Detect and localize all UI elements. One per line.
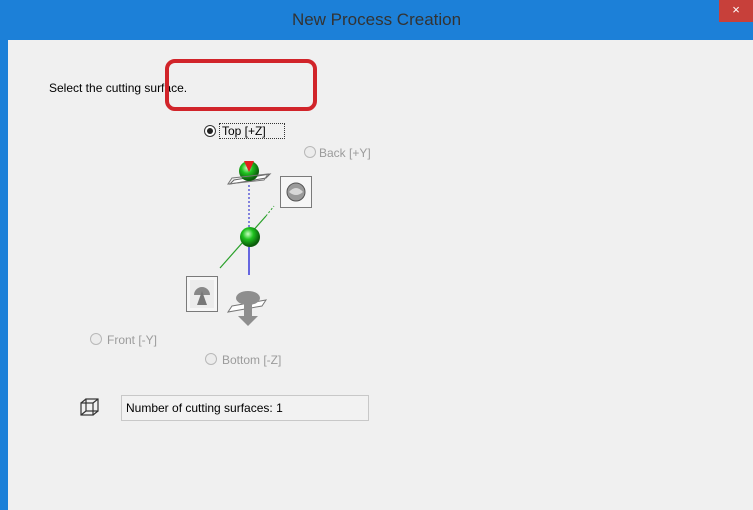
title-bar[interactable]: New Process Creation × [0, 0, 753, 40]
axis-diagram-icon [219, 161, 275, 326]
cube-icon [80, 398, 99, 416]
back-view-icon [280, 176, 312, 208]
radio-back-label[interactable]: Back [+Y] [319, 146, 371, 160]
close-button[interactable]: × [719, 0, 753, 22]
highlight-annotation [165, 59, 317, 111]
dialog-window: New Process Creation × Select the cuttin… [0, 0, 753, 510]
bottom-view-icon [226, 291, 268, 326]
close-icon: × [732, 2, 740, 17]
front-view-icon [186, 276, 218, 312]
radio-top[interactable] [204, 125, 216, 137]
window-title: New Process Creation [291, 10, 462, 29]
radio-bottom[interactable] [205, 353, 217, 365]
radio-back[interactable] [304, 146, 316, 158]
radio-front-label[interactable]: Front [-Y] [107, 333, 157, 347]
top-view-icon [226, 161, 272, 185]
radio-top-label[interactable]: Top [+Z] [222, 124, 266, 138]
radio-bottom-label[interactable]: Bottom [-Z] [222, 353, 281, 367]
cutting-surfaces-count-field: Number of cutting surfaces: 1 [121, 395, 369, 421]
dialog-client-area: Select the cutting surface. Top [+Z] Bac… [8, 40, 753, 510]
radio-front[interactable] [90, 333, 102, 345]
